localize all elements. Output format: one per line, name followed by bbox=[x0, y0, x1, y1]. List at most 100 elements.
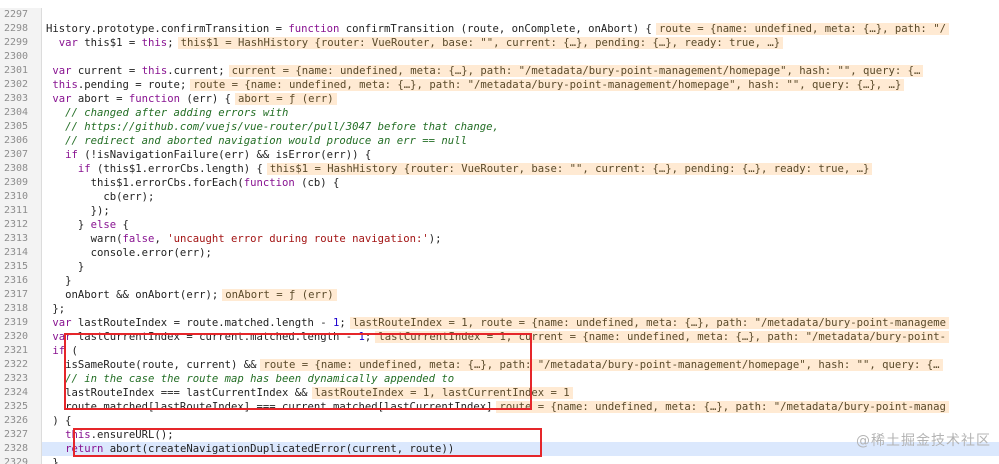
code-token: .current; bbox=[167, 65, 225, 77]
code-token: (cb) { bbox=[294, 177, 340, 189]
line-number[interactable]: 2317 bbox=[0, 288, 42, 302]
code-token: } bbox=[46, 457, 59, 464]
line-number[interactable]: 2324 bbox=[0, 386, 42, 400]
line-number[interactable]: 2320 bbox=[0, 330, 42, 344]
inline-variable-value[interactable]: this$1 = HashHistory {router: VueRouter,… bbox=[266, 163, 873, 175]
code-token: var bbox=[46, 317, 72, 329]
code-line: 2315 } bbox=[0, 260, 999, 274]
line-number[interactable]: 2316 bbox=[0, 274, 42, 288]
code-text: var current = this.current; current = {na… bbox=[46, 64, 924, 78]
code-token: lastRouteIndex === lastCurrentIndex && bbox=[46, 387, 308, 399]
inline-variable-value[interactable]: route = {name: undefined, meta: {…}, pat… bbox=[260, 359, 943, 371]
code-text: }); bbox=[46, 204, 110, 218]
line-number[interactable]: 2298 bbox=[0, 22, 42, 36]
inline-variable-value[interactable]: route = {name: undefined, meta: {…}, pat… bbox=[496, 401, 949, 413]
line-number[interactable]: 2310 bbox=[0, 190, 42, 204]
inline-variable-value[interactable]: lastRouteIndex = 1, route = {name: undef… bbox=[349, 317, 949, 329]
code-text: ) { bbox=[46, 414, 71, 428]
line-number[interactable]: 2319 bbox=[0, 316, 42, 330]
code-text: // https://github.com/vuejs/vue-router/p… bbox=[46, 120, 499, 134]
line-number[interactable]: 2312 bbox=[0, 218, 42, 232]
line-number[interactable]: 2329 bbox=[0, 456, 42, 464]
line-number[interactable]: 2322 bbox=[0, 358, 42, 372]
code-text: // in the case the route map has been dy… bbox=[46, 372, 454, 386]
code-token: var bbox=[46, 331, 72, 343]
code-text: this$1.errorCbs.forEach(function (cb) { bbox=[46, 176, 340, 190]
line-number[interactable]: 2323 bbox=[0, 372, 42, 386]
code-token: // https://github.com/vuejs/vue-router/p… bbox=[46, 121, 499, 133]
line-number[interactable]: 2305 bbox=[0, 120, 42, 134]
code-text: History.prototype.confirmTransition = fu… bbox=[46, 22, 949, 36]
code-text: isSameRoute(route, current) && route = {n… bbox=[46, 358, 943, 372]
code-text: lastRouteIndex === lastCurrentIndex && la… bbox=[46, 386, 573, 400]
line-number[interactable]: 2318 bbox=[0, 302, 42, 316]
inline-variable-value[interactable]: lastRouteIndex = 1, lastCurrentIndex = 1 bbox=[311, 387, 573, 399]
code-text: var lastCurrentIndex = current.matched.l… bbox=[46, 330, 949, 344]
line-number[interactable]: 2308 bbox=[0, 162, 42, 176]
code-token: if bbox=[46, 149, 78, 161]
source-code-viewer[interactable]: 2297 2298 History.prototype.confirmTransit… bbox=[0, 0, 999, 464]
code-line: 2314 console.error(err); bbox=[0, 246, 999, 260]
code-line: 2299 var this$1 = this; this$1 = HashHist… bbox=[0, 36, 999, 50]
inline-variable-value[interactable]: onAbort = ƒ (err) bbox=[222, 289, 337, 301]
code-line: 2308 if (this$1.errorCbs.length) {this$1… bbox=[0, 162, 999, 176]
code-token: } bbox=[46, 219, 91, 231]
code-text: var lastRouteIndex = route.matched.lengt… bbox=[46, 316, 949, 330]
line-number[interactable]: 2325 bbox=[0, 400, 42, 414]
code-line: 2320 var lastCurrentIndex = current.matc… bbox=[0, 330, 999, 344]
line-number[interactable]: 2307 bbox=[0, 148, 42, 162]
line-number[interactable]: 2302 bbox=[0, 78, 42, 92]
code-text: console.error(err); bbox=[46, 246, 212, 260]
code-token: var bbox=[46, 93, 72, 105]
line-number[interactable]: 2311 bbox=[0, 204, 42, 218]
code-token: (err) { bbox=[179, 93, 231, 105]
inline-variable-value[interactable]: this$1 = HashHistory {router: VueRouter,… bbox=[177, 37, 784, 49]
code-token: .pending = route; bbox=[77, 79, 187, 91]
inline-variable-value[interactable]: current = {name: undefined, meta: {…}, p… bbox=[228, 65, 924, 77]
line-number[interactable]: 2304 bbox=[0, 106, 42, 120]
inline-variable-value[interactable]: route = {name: undefined, meta: {…}, pat… bbox=[190, 79, 905, 91]
line-number[interactable]: 2315 bbox=[0, 260, 42, 274]
code-token: console.error(err); bbox=[46, 247, 212, 259]
code-token: // redirect and aborted navigation would… bbox=[46, 135, 467, 147]
line-number[interactable]: 2303 bbox=[0, 92, 42, 106]
line-number[interactable]: 2306 bbox=[0, 134, 42, 148]
code-token: this$1 = bbox=[77, 37, 142, 49]
code-token: } bbox=[46, 275, 72, 287]
code-line: 2303 var abort = function (err) {abort =… bbox=[0, 92, 999, 106]
code-token: route.matched[lastRouteIndex] === curren… bbox=[46, 401, 493, 413]
code-token: abort = bbox=[71, 93, 129, 105]
code-text: } bbox=[46, 456, 59, 464]
code-text: }; bbox=[46, 302, 65, 316]
line-number[interactable]: 2309 bbox=[0, 176, 42, 190]
line-number[interactable]: 2326 bbox=[0, 414, 42, 428]
line-number[interactable]: 2321 bbox=[0, 344, 42, 358]
code-line: 2311 }); bbox=[0, 204, 999, 218]
line-number[interactable]: 2297 bbox=[0, 8, 42, 22]
code-token: this bbox=[141, 37, 168, 49]
code-token: ); bbox=[428, 233, 442, 245]
inline-variable-value[interactable]: abort = ƒ (err) bbox=[234, 93, 337, 105]
line-number[interactable]: 2301 bbox=[0, 64, 42, 78]
code-token: confirmTransition (route, onComplete, on… bbox=[339, 23, 652, 35]
inline-variable-value[interactable]: lastCurrentIndex = 1, current = {name: u… bbox=[375, 331, 949, 343]
code-token: if bbox=[46, 345, 66, 357]
line-number[interactable]: 2300 bbox=[0, 50, 42, 64]
line-number[interactable]: 2313 bbox=[0, 232, 42, 246]
code-token: { bbox=[116, 219, 129, 231]
code-text: if (this$1.errorCbs.length) {this$1 = Ha… bbox=[46, 162, 873, 176]
code-token: this bbox=[141, 65, 168, 77]
code-token: (this$1.errorCbs.length) { bbox=[90, 163, 263, 175]
line-number[interactable]: 2327 bbox=[0, 428, 42, 442]
line-number[interactable]: 2328 bbox=[0, 442, 42, 456]
code-line: 2329 } bbox=[0, 456, 999, 464]
line-number[interactable]: 2299 bbox=[0, 36, 42, 50]
code-line: 2326 ) { bbox=[0, 414, 999, 428]
code-token: this bbox=[46, 79, 78, 91]
line-number[interactable]: 2314 bbox=[0, 246, 42, 260]
code-line: 2321 if ( bbox=[0, 344, 999, 358]
code-line: 2309 this$1.errorCbs.forEach(function (c… bbox=[0, 176, 999, 190]
inline-variable-value[interactable]: route = {name: undefined, meta: {…}, pat… bbox=[655, 23, 949, 35]
code-token: function bbox=[128, 93, 180, 105]
code-token: warn( bbox=[46, 233, 123, 245]
